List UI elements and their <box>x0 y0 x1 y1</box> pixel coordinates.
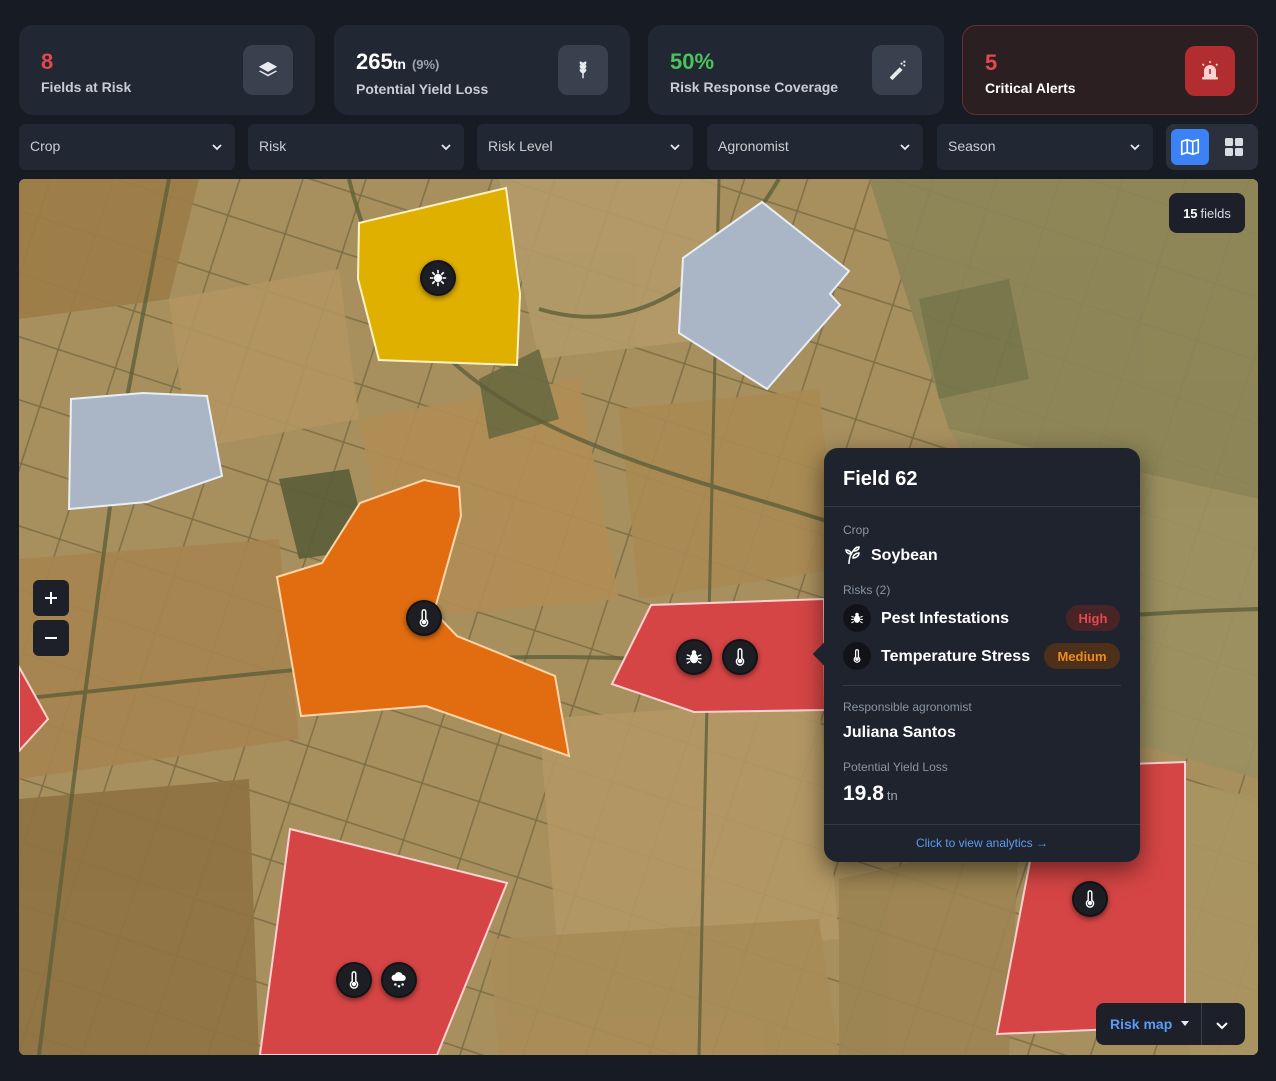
alarm-icon <box>1185 46 1235 96</box>
risk-filter-label: Risk <box>259 138 287 154</box>
popup-title: Field 62 <box>843 468 918 490</box>
yield-loss-percent: (9%) <box>411 57 440 72</box>
risks-caption: Risks (2) <box>843 583 891 597</box>
map-layer-selector[interactable]: Risk map <box>1096 1003 1245 1045</box>
virus-icon <box>429 269 447 287</box>
hail-icon <box>391 972 406 988</box>
coverage-value: 50% <box>670 49 715 74</box>
crop-caption: Crop <box>843 523 870 537</box>
divider <box>1201 1003 1202 1045</box>
minus-icon <box>45 637 57 639</box>
yield-loss-number: 265 <box>356 49 393 74</box>
field-details-popup: Field 62 Crop Soybean Risks (2) Pest Inf… <box>812 448 1140 862</box>
field-marker-disease[interactable] <box>420 260 456 296</box>
field-count-badge: 15 fields <box>1169 193 1245 233</box>
risk-level-badge-medium: Medium <box>1044 643 1120 669</box>
view-analytics-link[interactable]: Click to view analytics → <box>824 836 1140 850</box>
chevron-down-icon <box>670 144 680 151</box>
yield-loss-label: Potential Yield Loss <box>356 81 489 97</box>
chevron-down-icon <box>212 144 222 151</box>
field-marker-hail[interactable] <box>381 962 417 998</box>
fields-at-risk-label: Fields at Risk <box>41 79 132 95</box>
risk-filter[interactable]: Risk <box>248 124 464 170</box>
bug-icon <box>686 650 702 664</box>
bug-icon <box>843 604 871 632</box>
risk-level-badge-high: High <box>1066 605 1120 631</box>
caret-down-icon <box>1181 1021 1189 1026</box>
field-marker-temperature[interactable] <box>336 962 372 998</box>
risk-level-filter[interactable]: Risk Level <box>477 124 693 170</box>
map-icon <box>1180 138 1200 156</box>
risk-level-filter-label: Risk Level <box>488 138 553 154</box>
kpi-yield-loss[interactable]: 265tn (9%) Potential Yield Loss <box>334 25 630 115</box>
yield-loss-unit: tn <box>392 56 406 72</box>
zoom-in-button[interactable] <box>33 580 69 616</box>
agronomist-value: Juliana Santos <box>843 724 956 741</box>
thermometer-icon <box>349 971 359 989</box>
chevron-down-icon[interactable] <box>1215 1018 1229 1032</box>
yield-loss-caption: Potential Yield Loss <box>843 760 948 774</box>
grid-icon <box>1225 138 1243 156</box>
agronomist-caption: Responsible agronomist <box>843 700 972 714</box>
crop-value: Soybean <box>871 547 938 564</box>
layers-icon <box>243 45 293 95</box>
agronomist-filter[interactable]: Agronomist <box>707 124 923 170</box>
chevron-down-icon <box>900 144 910 151</box>
divider <box>824 824 1140 825</box>
critical-alerts-value: 5 <box>985 50 998 75</box>
crop-filter[interactable]: Crop <box>19 124 235 170</box>
thermometer-icon <box>419 609 429 627</box>
divider <box>843 685 1121 686</box>
yield-loss-number: 19.8 <box>843 782 884 805</box>
kpi-risk-response-coverage[interactable]: 50% Risk Response Coverage <box>648 25 944 115</box>
season-filter[interactable]: Season <box>937 124 1153 170</box>
thermometer-icon <box>735 648 745 666</box>
map-view-button[interactable] <box>1171 129 1209 165</box>
coverage-label: Risk Response Coverage <box>670 79 839 95</box>
spray-icon <box>872 45 922 95</box>
season-filter-label: Season <box>948 138 996 154</box>
fields-at-risk-value: 8 <box>41 49 54 74</box>
map-layer-label: Risk map <box>1110 1016 1173 1032</box>
field-count-label: fields <box>1200 205 1231 221</box>
grid-view-button[interactable] <box>1215 129 1253 165</box>
field-marker-pest[interactable] <box>676 639 712 675</box>
field-count-number: 15 <box>1183 205 1198 221</box>
thermometer-icon <box>843 642 871 670</box>
yield-loss-value: 265tn (9%) <box>356 49 439 75</box>
kpi-critical-alerts[interactable]: 5 Critical Alerts <box>962 25 1258 115</box>
yield-loss-amount: 19.8 tn <box>843 782 898 806</box>
kpi-fields-at-risk[interactable]: 8 Fields at Risk <box>19 25 315 115</box>
field-marker-temperature[interactable] <box>406 600 442 636</box>
thermometer-icon <box>1085 890 1095 908</box>
wheat-icon <box>558 45 608 95</box>
chevron-down-icon <box>441 144 451 151</box>
divider <box>824 506 1140 507</box>
zoom-out-button[interactable] <box>33 620 69 656</box>
risk-name: Pest Infestations <box>881 610 1010 627</box>
crop-filter-label: Crop <box>30 138 61 154</box>
chevron-down-icon <box>1130 144 1140 151</box>
plus-icon <box>45 592 57 604</box>
critical-alerts-label: Critical Alerts <box>985 80 1076 96</box>
risk-name: Temperature Stress <box>881 648 1031 665</box>
view-toggle <box>1166 124 1258 170</box>
field-marker-temperature[interactable] <box>722 639 758 675</box>
yield-loss-unit: tn <box>886 788 898 803</box>
agronomist-filter-label: Agronomist <box>718 138 789 154</box>
plant-icon <box>845 546 860 565</box>
field-marker-temperature[interactable] <box>1072 881 1108 917</box>
